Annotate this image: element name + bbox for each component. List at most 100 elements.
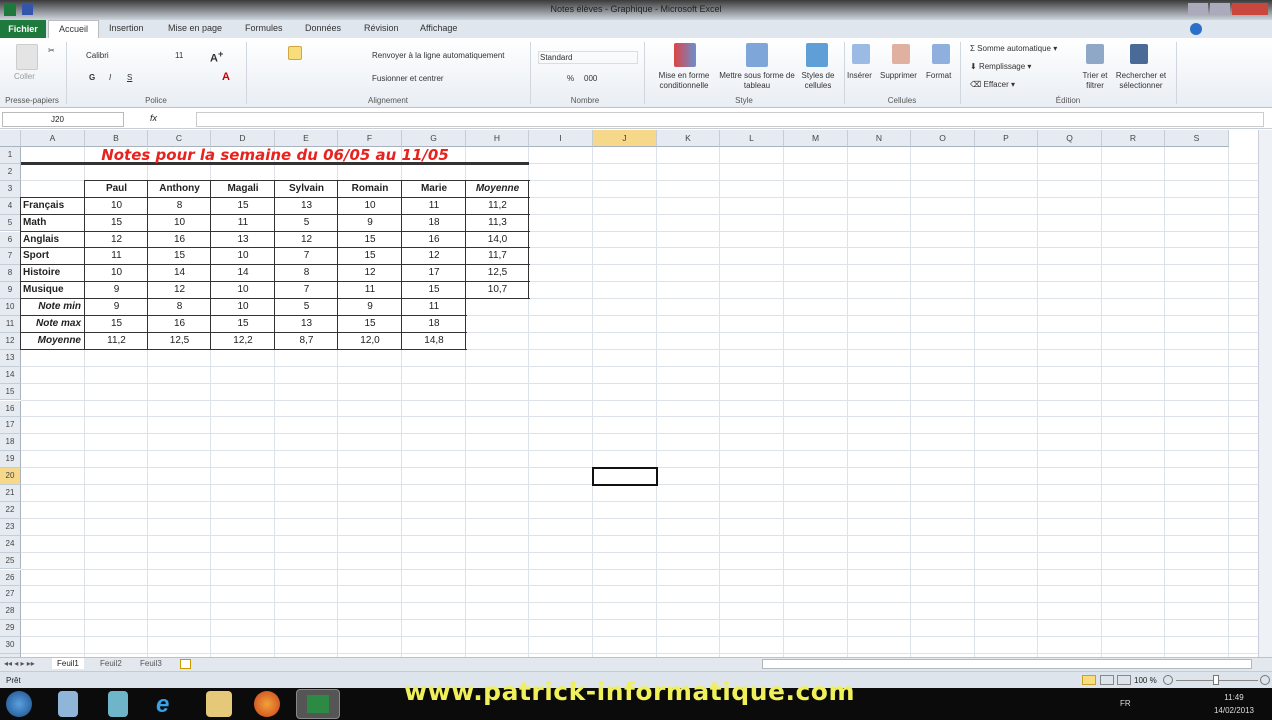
cell[interactable]: 11,2 <box>85 333 148 350</box>
cell[interactable]: 18 <box>402 215 466 232</box>
column-header-J[interactable]: J <box>593 130 657 147</box>
cell[interactable]: 13 <box>275 316 338 333</box>
page-layout-icon[interactable] <box>1100 675 1114 685</box>
row-header-15[interactable]: 15 <box>0 383 21 401</box>
row-label[interactable]: Sport <box>21 248 85 265</box>
row-label[interactable]: Anglais <box>21 232 85 249</box>
row-header-27[interactable]: 27 <box>0 586 21 604</box>
cell[interactable]: 12,0 <box>338 333 402 350</box>
row-header-24[interactable]: 24 <box>0 535 21 553</box>
cell[interactable]: 16 <box>148 232 211 249</box>
cell[interactable]: 15 <box>402 282 466 299</box>
row-label[interactable]: Français <box>21 198 85 215</box>
cell[interactable]: 5 <box>275 215 338 232</box>
cell[interactable]: 14,8 <box>402 333 466 350</box>
cell[interactable]: 15 <box>338 232 402 249</box>
taskbar-calculator-icon[interactable] <box>58 691 78 717</box>
cell[interactable]: 5 <box>275 299 338 316</box>
row-header-7[interactable]: 7 <box>0 248 21 266</box>
zoom-in-icon[interactable] <box>1260 675 1270 685</box>
column-header-E[interactable]: E <box>275 130 338 147</box>
horizontal-scrollbar[interactable] <box>762 659 1252 669</box>
cell[interactable]: 11,3 <box>466 215 529 232</box>
new-sheet-icon[interactable] <box>180 659 191 669</box>
cell-styles-icon[interactable] <box>806 43 828 67</box>
cell[interactable]: 15 <box>338 248 402 265</box>
taskbar-excel-button[interactable] <box>296 689 340 719</box>
grow-font-icon[interactable]: A+ <box>210 49 223 65</box>
worksheet-grid[interactable]: A B C D E F G H I J K L M N O P Q R S 1 2 3 4 5 6 7 8 9 10 11 12 13 14 15… <box>0 130 1258 657</box>
cell[interactable]: 11 <box>402 299 466 316</box>
row-header-25[interactable]: 25 <box>0 552 21 570</box>
font-name-select[interactable]: Calibri <box>86 51 109 60</box>
column-header-K[interactable]: K <box>657 130 720 147</box>
format-cells-button[interactable]: Format <box>926 71 951 80</box>
tab-revision[interactable]: Révision <box>364 23 399 33</box>
column-label[interactable]: Sylvain <box>275 181 338 198</box>
cell[interactable]: 7 <box>275 282 338 299</box>
cell[interactable]: 7 <box>275 248 338 265</box>
row-header-16[interactable]: 16 <box>0 400 21 418</box>
cell[interactable]: 12 <box>85 232 148 249</box>
font-size-select[interactable]: 11 <box>175 51 183 60</box>
percent-button[interactable]: % <box>567 74 574 83</box>
stat-label[interactable]: Note min <box>21 299 85 316</box>
cell[interactable]: 10 <box>338 198 402 215</box>
clear-button[interactable]: ⌫ Effacer ▾ <box>970 80 1015 89</box>
row-header-6[interactable]: 6 <box>0 231 21 249</box>
insert-function-button[interactable]: fx <box>150 113 157 123</box>
cell[interactable]: 14 <box>211 265 275 282</box>
column-header-O[interactable]: O <box>911 130 975 147</box>
sort-filter-button[interactable]: Trier et filtrer <box>1078 71 1112 91</box>
column-label[interactable]: Moyenne <box>466 181 529 198</box>
vertical-scrollbar[interactable] <box>1258 130 1272 657</box>
cell[interactable]: 10 <box>85 265 148 282</box>
row-header-13[interactable]: 13 <box>0 349 21 367</box>
row-label[interactable]: Histoire <box>21 265 85 282</box>
format-cells-icon[interactable] <box>932 44 950 64</box>
row-header-10[interactable]: 10 <box>0 299 21 316</box>
column-header-C[interactable]: C <box>148 130 211 147</box>
minimize-button[interactable] <box>1188 3 1208 15</box>
column-header-P[interactable]: P <box>975 130 1038 147</box>
insert-cells-icon[interactable] <box>852 44 870 64</box>
cut-icon[interactable]: ✂ <box>48 46 55 55</box>
column-header-Q[interactable]: Q <box>1038 130 1102 147</box>
row-header-5[interactable]: 5 <box>0 214 21 232</box>
zoom-slider-thumb[interactable] <box>1213 675 1219 685</box>
sheet-nav-buttons[interactable]: ◂◂ ◂ ▸ ▸▸ <box>4 659 35 668</box>
selected-cell-j20[interactable] <box>592 467 658 486</box>
taskbar-app-icon[interactable] <box>108 691 128 717</box>
name-box[interactable]: J20 <box>2 112 124 127</box>
normal-view-icon[interactable] <box>1082 675 1096 685</box>
select-all-button[interactable] <box>0 130 21 147</box>
thousands-button[interactable]: 000 <box>584 74 597 83</box>
column-header-B[interactable]: B <box>85 130 148 147</box>
clock-date[interactable]: 14/02/2013 <box>1208 706 1260 715</box>
cell[interactable]: 16 <box>402 232 466 249</box>
find-select-icon[interactable] <box>1130 44 1148 64</box>
column-label[interactable]: Magali <box>211 181 275 198</box>
column-label[interactable]: Anthony <box>148 181 211 198</box>
cell-styles-button[interactable]: Styles de cellules <box>796 71 840 91</box>
stat-label[interactable]: Moyenne <box>21 333 85 350</box>
row-header-17[interactable]: 17 <box>0 417 21 435</box>
row-header-21[interactable]: 21 <box>0 485 21 502</box>
cell[interactable]: 9 <box>85 282 148 299</box>
cell[interactable]: 16 <box>148 316 211 333</box>
cell[interactable]: 15 <box>211 316 275 333</box>
help-icon[interactable] <box>1190 23 1202 35</box>
fill-button[interactable]: ⬇ Remplissage ▾ <box>970 62 1031 71</box>
column-header-F[interactable]: F <box>338 130 402 147</box>
column-header-M[interactable]: M <box>784 130 848 147</box>
conditional-format-button[interactable]: Mise en forme conditionnelle <box>650 71 718 91</box>
cell[interactable]: 12,2 <box>211 333 275 350</box>
cell[interactable]: 12 <box>275 232 338 249</box>
cell[interactable]: 15 <box>338 316 402 333</box>
row-header-3[interactable]: 3 <box>0 180 21 198</box>
sheet-tab-feuil1[interactable]: Feuil1 <box>52 658 84 669</box>
cell[interactable]: 15 <box>211 198 275 215</box>
cell[interactable]: 11 <box>338 282 402 299</box>
close-button[interactable] <box>1232 3 1268 15</box>
cell[interactable]: 10 <box>211 299 275 316</box>
